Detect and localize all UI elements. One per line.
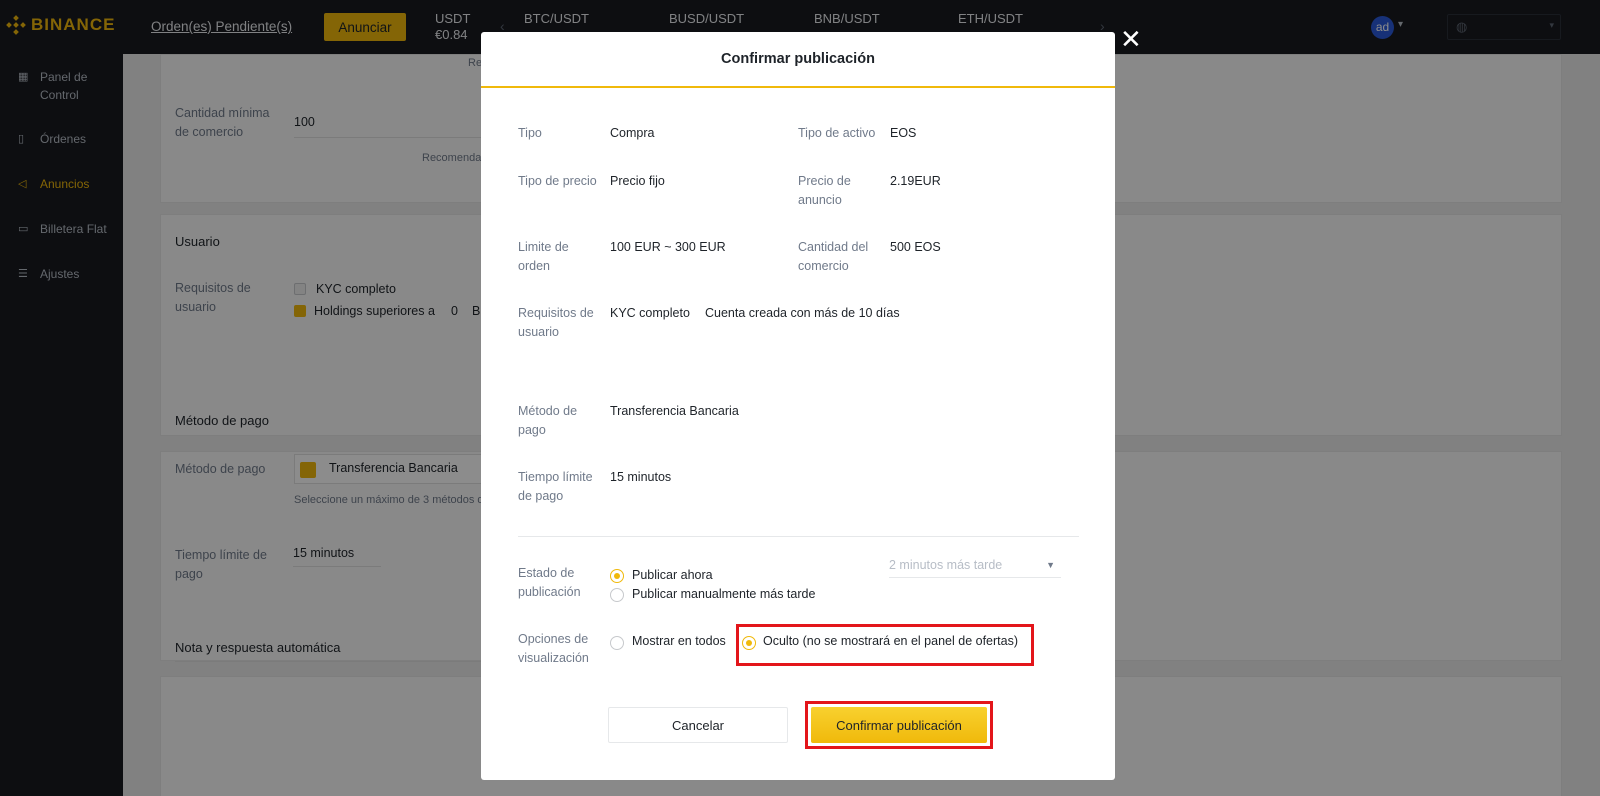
requirement-account-age: Cuenta creada con más de 10 días [705,306,900,320]
schedule-select: 2 minutos más tarde ▼ [889,554,1061,578]
requirement-kyc: KYC completo [610,306,690,320]
confirm-publication-button[interactable]: Confirmar publicación [811,707,987,743]
hidden-label[interactable]: Oculto (no se mostrará en el panel de of… [763,632,1018,651]
payment-method-label: Método de pago [518,404,578,437]
schedule-select-value: 2 minutos más tarde [889,558,1003,572]
user-requirements-label: Requisitos de usuario [518,306,594,339]
order-limit-value: 100 EUR ~ 300 EUR [610,240,726,254]
publish-now-radio[interactable] [610,569,624,583]
publication-status-label: Estado de publicación [518,566,581,599]
divider [518,536,1079,537]
trade-amount-value: 500 EOS [890,240,941,254]
payment-time-value: 15 minutos [610,470,672,484]
order-limit-label: Limite de orden [518,240,569,273]
asset-type-label: Tipo de activo [798,126,876,140]
type-label: Tipo [518,126,542,140]
price-type-value: Precio fijo [610,174,665,188]
payment-method-value: Transferencia Bancaria [610,404,739,418]
asset-type-value: EOS [890,126,917,140]
publish-later-radio[interactable] [610,588,624,602]
close-icon[interactable]: ✕ [1120,26,1142,52]
show-all-label[interactable]: Mostrar en todos [632,632,726,651]
visibility-options-label: Opciones de visualización [518,632,589,665]
payment-time-label: Tiempo límite de pago [518,470,593,503]
type-value: Compra [610,126,655,140]
publish-later-label[interactable]: Publicar manualmente más tarde [632,585,815,604]
chevron-down-icon: ▼ [1046,560,1055,570]
price-type-label: Tipo de precio [518,174,597,188]
publish-now-label[interactable]: Publicar ahora [632,566,713,585]
ad-price-label: Precio de anuncio [798,174,851,207]
modal-title: Confirmar publicación [481,32,1115,88]
show-all-radio[interactable] [610,636,624,650]
trade-amount-label: Cantidad del comercio [798,240,869,273]
hidden-radio[interactable] [742,636,756,650]
confirm-publication-modal: Confirmar publicación Tipo Compra Tipo d… [481,32,1115,780]
cancel-button[interactable]: Cancelar [608,707,788,743]
ad-price-value: 2.19EUR [890,174,941,188]
